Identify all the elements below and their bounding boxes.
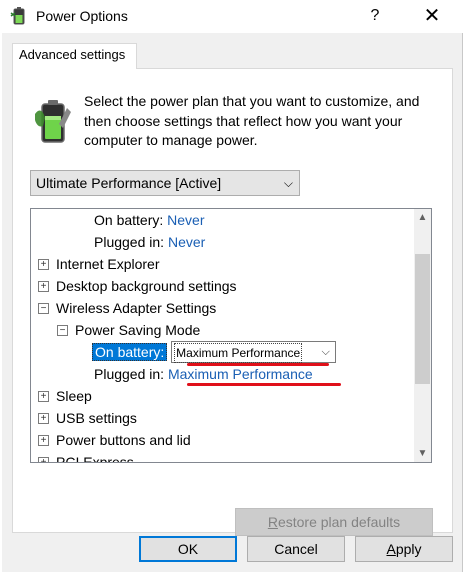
power-options-icon xyxy=(10,7,25,25)
collapse-icon[interactable]: − xyxy=(38,303,49,314)
tree-row-sleep[interactable]: + Sleep xyxy=(38,385,92,407)
annotation-underline xyxy=(187,383,341,386)
tree-row-power-buttons[interactable]: + Power buttons and lid xyxy=(38,429,191,451)
chevron-down-icon: ⌵ xyxy=(315,342,335,362)
setting-value-link[interactable]: Maximum Performance xyxy=(168,366,313,382)
access-key: A xyxy=(386,541,396,557)
tree-row-label: Internet Explorer xyxy=(56,256,160,272)
tree-row-desktop-background[interactable]: + Desktop background settings xyxy=(38,275,237,297)
intro-text: Select the power plan that you want to c… xyxy=(84,93,420,148)
settings-tree[interactable]: On battery: Never Plugged in: Never + In… xyxy=(30,208,432,463)
tree-row-internet-explorer[interactable]: + Internet Explorer xyxy=(38,253,160,275)
dialog-body: Advanced settings Select the power plan … xyxy=(0,33,465,572)
tree-row-label-selected: On battery: xyxy=(92,343,168,361)
restore-plan-defaults-button[interactable]: Restore plan defaults xyxy=(235,508,433,536)
tree-row-display-plugged-in[interactable]: Plugged in: Never xyxy=(94,231,205,253)
apply-button[interactable]: Apply xyxy=(355,536,453,562)
tree-row-wireless-on-battery[interactable]: On battery: Maximum Performance ⌵ xyxy=(92,341,337,363)
expand-icon[interactable]: + xyxy=(38,413,49,424)
scroll-up-icon[interactable]: ▲ xyxy=(414,209,431,226)
on-battery-mode-dropdown[interactable]: Maximum Performance ⌵ xyxy=(171,341,337,363)
window-border xyxy=(0,33,2,572)
tree-row-label: PCI Express xyxy=(56,454,134,463)
scrollbar-thumb[interactable] xyxy=(415,254,430,384)
power-plan-dropdown[interactable]: Ultimate Performance [Active] ⌵ xyxy=(30,170,300,196)
window-title: Power Options xyxy=(36,8,128,24)
tree-row-label: Plugged in: xyxy=(94,234,165,250)
tree-row-label: Power Saving Mode xyxy=(75,322,201,338)
help-button[interactable]: ? xyxy=(362,3,388,29)
title-bar[interactable]: Power Options ? ✕ xyxy=(0,0,465,33)
tree-row-display-on-battery[interactable]: On battery: Never xyxy=(94,209,205,231)
tree-row-power-saving-mode[interactable]: − Power Saving Mode xyxy=(57,319,200,341)
annotation-underline xyxy=(187,363,329,366)
setting-value-link[interactable]: Never xyxy=(168,234,205,250)
collapse-icon[interactable]: − xyxy=(57,325,68,336)
tree-row-pci-express[interactable]: + PCI Express xyxy=(38,451,134,463)
expand-icon[interactable]: + xyxy=(38,435,49,446)
cancel-button[interactable]: Cancel xyxy=(247,536,345,562)
tree-row-label: Power buttons and lid xyxy=(56,432,191,448)
access-key: R xyxy=(267,514,278,530)
expand-icon[interactable]: + xyxy=(38,281,49,292)
tree-row-label: Sleep xyxy=(56,388,92,404)
expand-icon[interactable]: + xyxy=(38,259,49,270)
settings-panel: Select the power plan that you want to c… xyxy=(12,68,453,536)
tree-scrollbar[interactable]: ▲ ▼ xyxy=(414,209,431,462)
battery-icon xyxy=(35,100,71,143)
chevron-down-icon: ⌵ xyxy=(283,176,293,190)
close-button[interactable]: ✕ xyxy=(416,2,448,30)
ok-button[interactable]: OK xyxy=(139,536,237,562)
button-label: pply xyxy=(395,541,422,557)
power-plan-value: Ultimate Performance [Active] xyxy=(36,175,222,191)
tree-row-label: Wireless Adapter Settings xyxy=(56,300,217,316)
expand-icon[interactable]: + xyxy=(38,391,49,402)
tree-row-label: USB settings xyxy=(56,410,137,426)
scroll-down-icon[interactable]: ▼ xyxy=(414,445,431,462)
tree-row-wireless-adapter[interactable]: − Wireless Adapter Settings xyxy=(38,297,216,319)
expand-icon[interactable]: + xyxy=(38,457,49,462)
dropdown-value: Maximum Performance xyxy=(174,343,303,363)
button-label: estore plan defaults xyxy=(277,514,401,530)
tree-row-label: Desktop background settings xyxy=(56,278,237,294)
tree-row-label: On battery: xyxy=(94,212,164,228)
tab-advanced-settings[interactable]: Advanced settings xyxy=(12,43,137,69)
setting-value-link[interactable]: Never xyxy=(167,212,204,228)
tree-row-wireless-plugged-in[interactable]: Plugged in: Maximum Performance xyxy=(94,363,313,385)
tree-row-label: Plugged in: xyxy=(94,366,165,382)
tree-row-usb-settings[interactable]: + USB settings xyxy=(38,407,137,429)
